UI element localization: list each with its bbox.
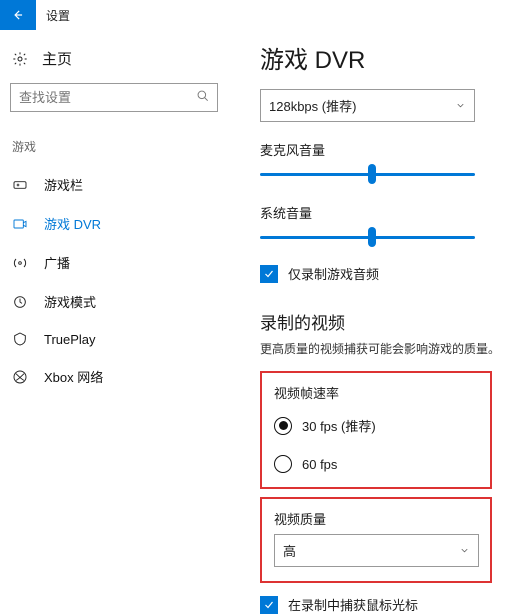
record-game-audio-label: 仅录制游戏音频 bbox=[288, 264, 379, 283]
radio-30fps[interactable] bbox=[274, 417, 292, 435]
sidebar-item-game-mode[interactable]: 游戏模式 bbox=[10, 282, 218, 321]
recorded-video-heading: 录制的视频 bbox=[260, 309, 512, 334]
home-link[interactable]: 主页 bbox=[12, 48, 218, 69]
fps-label: 视频帧速率 bbox=[274, 383, 478, 402]
slider-thumb[interactable] bbox=[368, 227, 376, 247]
capture-cursor-row[interactable]: 在录制中捕获鼠标光标 bbox=[260, 595, 512, 614]
quality-value: 高 bbox=[283, 541, 296, 560]
sidebar-item-label: TruePlay bbox=[44, 332, 96, 347]
sidebar-item-label: 游戏 DVR bbox=[44, 214, 101, 233]
sys-volume-label: 系统音量 bbox=[260, 203, 512, 222]
left-section-header: 游戏 bbox=[12, 138, 218, 155]
sidebar-item-broadcast[interactable]: 广播 bbox=[10, 243, 218, 282]
right-pane: 游戏 DVR 128kbps (推荐) 麦克风音量 系统音量 仅录制游戏音频 录… bbox=[230, 30, 530, 614]
bitrate-select[interactable]: 128kbps (推荐) bbox=[260, 89, 475, 122]
sidebar-item-trueplay[interactable]: TruePlay bbox=[10, 321, 218, 357]
back-arrow-icon bbox=[11, 8, 25, 22]
broadcast-icon bbox=[12, 255, 28, 271]
gear-icon bbox=[12, 51, 28, 67]
radio-60fps[interactable] bbox=[274, 455, 292, 473]
search-input[interactable] bbox=[10, 83, 218, 112]
sidebar-item-label: 游戏栏 bbox=[44, 175, 83, 194]
titlebar-app-name: 设置 bbox=[46, 7, 70, 24]
capture-cursor-checkbox[interactable] bbox=[260, 596, 278, 614]
sidebar-item-game-bar[interactable]: 游戏栏 bbox=[10, 165, 218, 204]
chevron-down-icon bbox=[459, 545, 470, 556]
fps-highlight-box: 视频帧速率 30 fps (推荐) 60 fps bbox=[260, 371, 492, 489]
sidebar-item-label: 游戏模式 bbox=[44, 292, 96, 311]
quality-select[interactable]: 高 bbox=[274, 534, 479, 567]
mic-volume-label: 麦克风音量 bbox=[260, 140, 512, 159]
page-title: 游戏 DVR bbox=[260, 40, 512, 75]
search-wrap bbox=[10, 83, 218, 112]
dvr-icon bbox=[12, 216, 28, 232]
check-icon bbox=[263, 599, 275, 611]
fps-option-30[interactable]: 30 fps (推荐) bbox=[274, 416, 478, 435]
slider-thumb[interactable] bbox=[368, 164, 376, 184]
quality-label: 视频质量 bbox=[274, 509, 478, 528]
sidebar-item-label: Xbox 网络 bbox=[44, 367, 103, 386]
fps-30-label: 30 fps (推荐) bbox=[302, 416, 376, 435]
back-button[interactable] bbox=[0, 0, 36, 30]
gamemode-icon bbox=[12, 294, 28, 310]
sidebar-item-label: 广播 bbox=[44, 253, 70, 272]
sidebar-item-game-dvr[interactable]: 游戏 DVR bbox=[10, 204, 218, 243]
recorded-video-hint: 更高质量的视频捕获可能会影响游戏的质量。 bbox=[260, 340, 512, 357]
mic-volume-slider[interactable] bbox=[260, 163, 475, 185]
gamebar-icon bbox=[12, 177, 28, 193]
bitrate-value: 128kbps (推荐) bbox=[269, 96, 356, 115]
home-label: 主页 bbox=[42, 48, 72, 69]
xbox-icon bbox=[12, 369, 28, 385]
fps-60-label: 60 fps bbox=[302, 457, 337, 472]
quality-highlight-box: 视频质量 高 bbox=[260, 497, 492, 583]
sidebar-item-xbox-network[interactable]: Xbox 网络 bbox=[10, 357, 218, 396]
titlebar: 设置 bbox=[0, 0, 530, 30]
search-icon bbox=[196, 89, 210, 103]
record-game-audio-checkbox[interactable] bbox=[260, 265, 278, 283]
left-pane: 主页 游戏 游戏栏 游戏 DVR 广播 游戏模式 TruePlay bbox=[0, 30, 230, 614]
chevron-down-icon bbox=[455, 100, 466, 111]
check-icon bbox=[263, 268, 275, 280]
capture-cursor-label: 在录制中捕获鼠标光标 bbox=[288, 595, 418, 614]
record-game-audio-row[interactable]: 仅录制游戏音频 bbox=[260, 264, 512, 283]
sys-volume-slider[interactable] bbox=[260, 226, 475, 248]
trueplay-icon bbox=[12, 331, 28, 347]
fps-option-60[interactable]: 60 fps bbox=[274, 455, 478, 473]
